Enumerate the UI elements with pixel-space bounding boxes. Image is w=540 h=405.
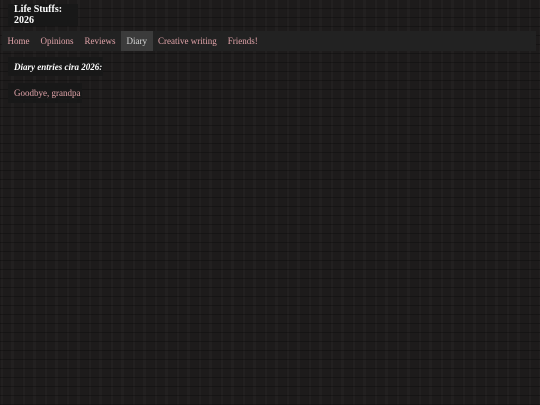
diary-section-header: Diary entries cira 2026: — [8, 57, 103, 76]
diary-entry-link[interactable]: Goodbye, grandpa — [8, 83, 82, 103]
nav-item-creative-writing[interactable]: Creative writing — [153, 31, 223, 51]
site-title-box: Life Stuffs: 2026 — [8, 4, 78, 26]
site-title: Life Stuffs: 2026 — [14, 4, 63, 26]
nav-item-opinions[interactable]: Opinions — [35, 31, 79, 51]
nav-item-reviews[interactable]: Reviews — [79, 31, 121, 51]
nav-item-friends[interactable]: Friends! — [222, 31, 263, 51]
nav-item-home[interactable]: Home — [2, 31, 35, 51]
diary-entry-title: Goodbye, grandpa — [14, 88, 81, 98]
main-navbar: Home Opinions Reviews Diary Creative wri… — [2, 31, 536, 51]
section-title: Diary entries cira 2026: — [14, 61, 103, 72]
nav-item-diary[interactable]: Diary — [121, 31, 153, 51]
